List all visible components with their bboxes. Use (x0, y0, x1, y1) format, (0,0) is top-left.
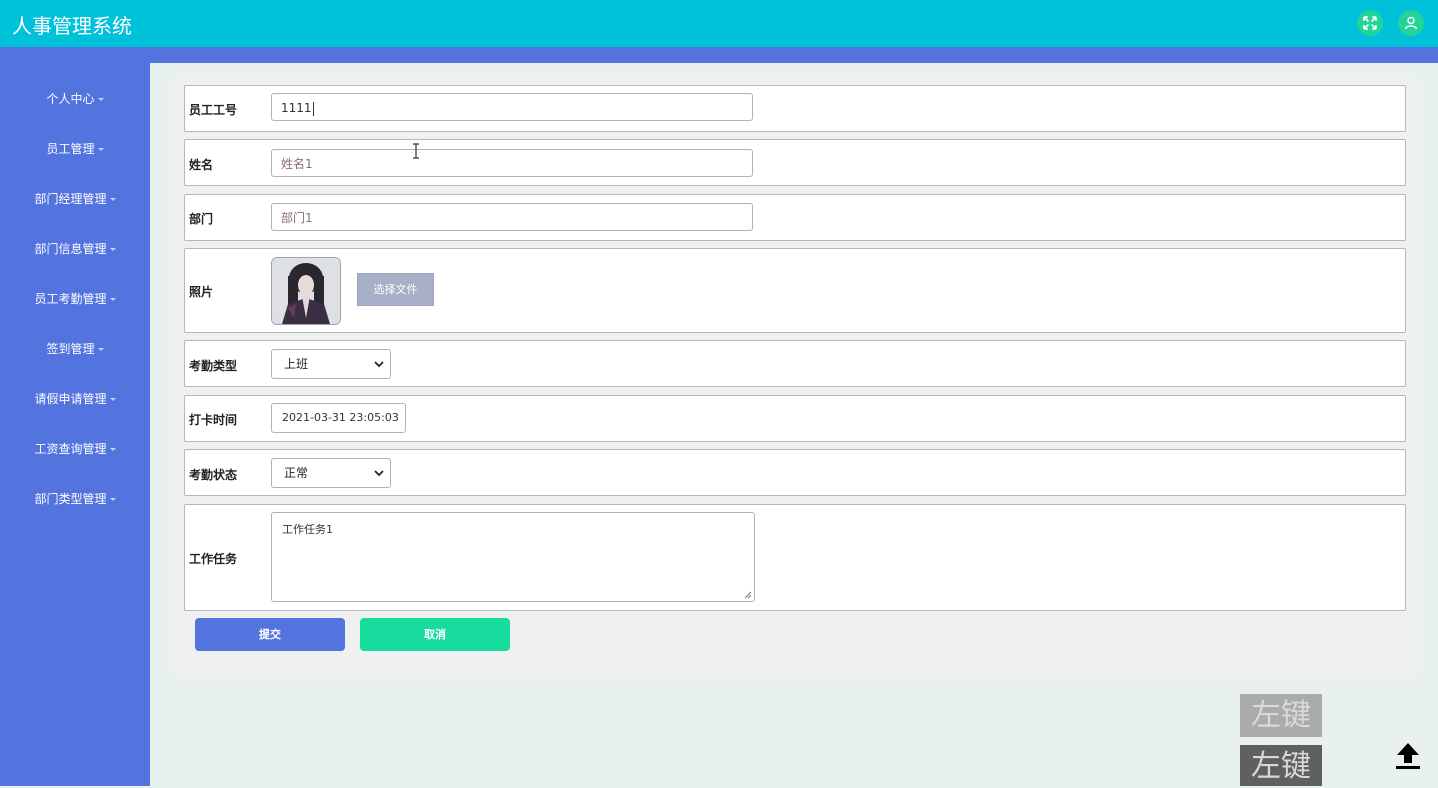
app-title: 人事管理系统 (12, 14, 132, 38)
sidebar-item-leave[interactable]: 请假申请管理 (0, 387, 150, 411)
fullscreen-button[interactable] (1357, 10, 1383, 36)
clock-time-label: 打卡时间 (189, 413, 238, 427)
attendance-type-value: 上班 (284, 357, 309, 371)
attendance-status-label: 考勤状态 (189, 468, 238, 482)
sidebar-item-label: 员工考勤管理 (34, 292, 107, 306)
cancel-button[interactable]: 取消 (360, 618, 510, 651)
form-row-attendance-status: 考勤状态 正常 (184, 449, 1406, 496)
caret-down-icon (109, 248, 116, 251)
attendance-type-select[interactable]: 上班 (271, 349, 391, 379)
chevron-down-icon (374, 361, 384, 368)
employee-photo[interactable] (271, 257, 341, 325)
sidebar-item-label: 部门类型管理 (34, 492, 107, 506)
top-bar: 人事管理系统 (0, 0, 1438, 47)
sidebar: 个人中心 员工管理 部门经理管理 部门信息管理 员工考勤管理 签到管理 请假申请… (0, 47, 150, 786)
sidebar-item-label: 部门信息管理 (34, 242, 107, 256)
caret-down-icon (97, 348, 104, 351)
department-label: 部门 (189, 212, 214, 226)
department-input[interactable]: 部门1 (271, 203, 753, 231)
form-row-department: 部门 部门1 (184, 194, 1406, 241)
text-cursor-icon (413, 143, 419, 159)
caret-down-icon (97, 98, 104, 101)
form-row-clock-time: 打卡时间 2021-03-31 23:05:03 (184, 395, 1406, 442)
choose-file-button[interactable]: 选择文件 (357, 273, 434, 306)
form-row-work-task: 工作任务 工作任务1 (184, 504, 1406, 611)
sidebar-item-salary[interactable]: 工资查询管理 (0, 437, 150, 461)
form-row-photo: 照片 选择文件 (184, 248, 1406, 333)
sidebar-item-sign-in[interactable]: 签到管理 (0, 337, 150, 361)
employee-no-input[interactable]: 1111 (271, 93, 753, 121)
sidebar-item-label: 员工管理 (46, 142, 95, 156)
submit-button[interactable]: 提交 (195, 618, 345, 651)
sidebar-item-attendance[interactable]: 员工考勤管理 (0, 287, 150, 311)
text-caret (312, 101, 314, 116)
user-icon (1404, 16, 1418, 30)
caret-down-icon (109, 398, 116, 401)
sidebar-item-dept-manager[interactable]: 部门经理管理 (0, 187, 150, 211)
name-label: 姓名 (189, 158, 214, 172)
portrait-image (272, 258, 340, 324)
attendance-status-value: 正常 (284, 466, 309, 480)
caret-down-icon (109, 298, 116, 301)
form-row-attendance-type: 考勤类型 上班 (184, 340, 1406, 387)
key-hint-overlay: 左键 (1240, 694, 1322, 737)
sidebar-item-personal-center[interactable]: 个人中心 (0, 87, 150, 111)
sidebar-item-label: 个人中心 (46, 92, 95, 106)
header-strip (0, 47, 1438, 63)
back-to-top-icon[interactable] (1393, 741, 1423, 771)
sidebar-item-label: 请假申请管理 (34, 392, 107, 406)
sidebar-item-dept-info[interactable]: 部门信息管理 (0, 237, 150, 261)
form-row-name: 姓名 姓名1 (184, 139, 1406, 186)
caret-down-icon (109, 198, 116, 201)
attendance-type-label: 考勤类型 (189, 359, 238, 373)
caret-down-icon (109, 498, 116, 501)
work-task-value: 工作任务1 (282, 523, 333, 536)
sidebar-item-label: 工资查询管理 (34, 442, 107, 456)
work-task-textarea[interactable]: 工作任务1 (271, 512, 755, 602)
chevron-down-icon (374, 470, 384, 477)
sidebar-item-dept-type[interactable]: 部门类型管理 (0, 487, 150, 511)
sidebar-item-employee-management[interactable]: 员工管理 (0, 137, 150, 161)
key-hint-overlay: 左键 (1240, 745, 1322, 786)
photo-label: 照片 (189, 285, 214, 299)
user-button[interactable] (1398, 10, 1424, 36)
sidebar-item-label: 签到管理 (46, 342, 95, 356)
attendance-status-select[interactable]: 正常 (271, 458, 391, 488)
caret-down-icon (109, 448, 116, 451)
employee-no-value: 1111 (281, 101, 312, 115)
resize-grip-icon[interactable] (744, 591, 752, 599)
sidebar-item-label: 部门经理管理 (34, 192, 107, 206)
fullscreen-icon (1363, 16, 1377, 30)
work-task-label: 工作任务 (189, 552, 238, 566)
employee-no-label: 员工工号 (189, 103, 238, 117)
clock-time-input[interactable]: 2021-03-31 23:05:03 (271, 403, 406, 433)
name-input[interactable]: 姓名1 (271, 149, 753, 177)
form-row-employee-no: 员工工号 1111 (184, 85, 1406, 132)
caret-down-icon (97, 148, 104, 151)
